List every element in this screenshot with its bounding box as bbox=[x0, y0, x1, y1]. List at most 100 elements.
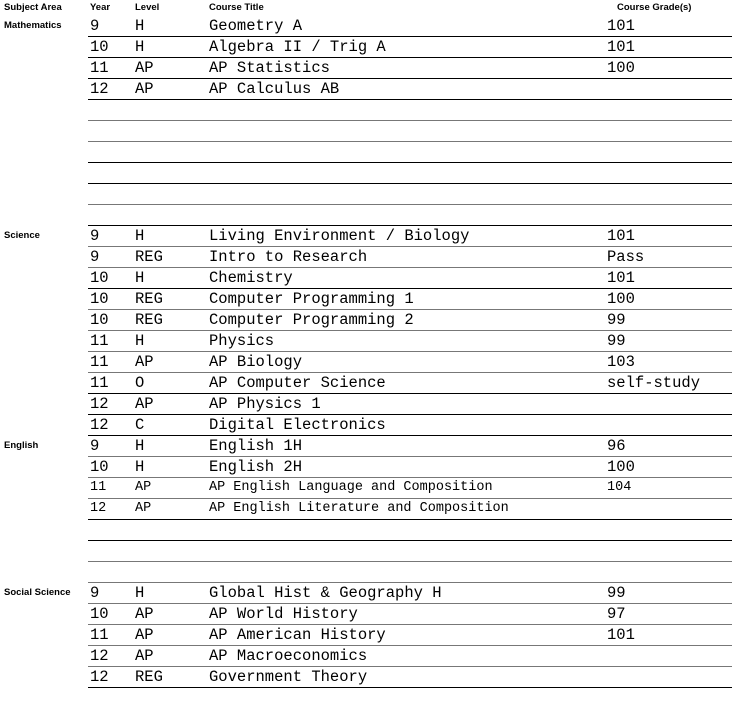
table-row: 10 REG Computer Programming 2 99 bbox=[0, 310, 732, 331]
cell-course-grade: 99 bbox=[607, 332, 626, 350]
subject-label-mathematics: Mathematics bbox=[4, 20, 62, 31]
cell-year: 12 bbox=[90, 501, 107, 516]
table-row bbox=[0, 184, 732, 205]
cell-year: 10 bbox=[90, 311, 109, 329]
transcript-sheet: Subject Area Year Level Course Title Cou… bbox=[0, 0, 732, 706]
table-row bbox=[0, 163, 732, 184]
cell-course-title: English 1H bbox=[209, 437, 303, 455]
cell-year: 9 bbox=[90, 17, 100, 35]
table-row: 10 H English 2H 100 bbox=[0, 457, 732, 478]
table-row: 10 REG Computer Programming 1 100 bbox=[0, 289, 732, 310]
table-row: 10 H Chemistry 101 bbox=[0, 268, 732, 289]
cell-course-grade: 100 bbox=[607, 290, 635, 308]
cell-course-title: Living Environment / Biology bbox=[209, 227, 470, 245]
cell-level: AP bbox=[135, 80, 154, 98]
subject-label-english: English bbox=[4, 440, 39, 451]
cell-level: C bbox=[135, 416, 145, 434]
cell-level: AP bbox=[135, 353, 154, 371]
cell-level: AP bbox=[135, 480, 152, 495]
cell-year: 12 bbox=[90, 395, 109, 413]
cell-level: REG bbox=[135, 290, 163, 308]
cell-course-grade: 101 bbox=[607, 227, 635, 245]
table-row: 9 H English 1H 96 bbox=[0, 436, 732, 457]
cell-level: H bbox=[135, 458, 145, 476]
cell-level: H bbox=[135, 584, 145, 602]
cell-year: 11 bbox=[90, 374, 109, 392]
cell-course-title: AP Biology bbox=[209, 353, 303, 371]
table-row: 11 AP AP American History 101 bbox=[0, 625, 732, 646]
cell-course-title: Digital Electronics bbox=[209, 416, 386, 434]
cell-course-grade: Pass bbox=[607, 248, 645, 266]
cell-year: 10 bbox=[90, 605, 109, 623]
table-row: 11 O AP Computer Science self-study bbox=[0, 373, 732, 394]
subject-label-science: Science bbox=[4, 230, 40, 241]
cell-course-title: Algebra II / Trig A bbox=[209, 38, 386, 56]
table-row: 12 AP AP Physics 1 bbox=[0, 394, 732, 415]
cell-course-title: AP Computer Science bbox=[209, 374, 386, 392]
cell-course-title: AP English Language and Composition bbox=[209, 480, 493, 495]
cell-year: 11 bbox=[90, 480, 107, 495]
column-header-course-title: Course Title bbox=[209, 2, 264, 13]
cell-year: 10 bbox=[90, 38, 109, 56]
table-row bbox=[0, 520, 732, 541]
cell-year: 10 bbox=[90, 290, 109, 308]
cell-year: 9 bbox=[90, 248, 100, 266]
cell-course-grade: 101 bbox=[607, 38, 635, 56]
table-row: 12 REG Government Theory bbox=[0, 667, 732, 688]
cell-year: 12 bbox=[90, 416, 109, 434]
table-row: 10 H Algebra II / Trig A 101 bbox=[0, 37, 732, 58]
cell-level: REG bbox=[135, 668, 163, 686]
table-row bbox=[0, 100, 732, 121]
column-header-row: Subject Area Year Level Course Title Cou… bbox=[0, 0, 732, 16]
cell-level: AP bbox=[135, 59, 154, 77]
cell-level: O bbox=[135, 374, 145, 392]
cell-course-grade: 100 bbox=[607, 59, 635, 77]
cell-course-grade: 100 bbox=[607, 458, 635, 476]
table-row: 11 AP AP Statistics 100 bbox=[0, 58, 732, 79]
cell-year: 9 bbox=[90, 584, 100, 602]
cell-level: H bbox=[135, 38, 145, 56]
table-row bbox=[0, 541, 732, 562]
cell-course-grade: 97 bbox=[607, 605, 626, 623]
cell-course-title: Computer Programming 1 bbox=[209, 290, 414, 308]
cell-level: H bbox=[135, 437, 145, 455]
cell-course-title: Intro to Research bbox=[209, 248, 368, 266]
cell-course-title: Geometry A bbox=[209, 17, 303, 35]
cell-course-title: AP Calculus AB bbox=[209, 80, 340, 98]
cell-level: REG bbox=[135, 311, 163, 329]
cell-course-grade: 101 bbox=[607, 626, 635, 644]
cell-level: H bbox=[135, 17, 145, 35]
table-row: 10 AP AP World History 97 bbox=[0, 604, 732, 625]
cell-course-grade: 96 bbox=[607, 437, 626, 455]
cell-year: 11 bbox=[90, 59, 109, 77]
table-row: 12 AP AP English Literature and Compositio… bbox=[0, 499, 732, 520]
cell-course-grade: 103 bbox=[607, 353, 635, 371]
row-rule bbox=[88, 687, 732, 688]
table-row bbox=[0, 205, 732, 226]
table-row: 9 H Living Environment / Biology 101 bbox=[0, 226, 732, 247]
cell-level: AP bbox=[135, 605, 154, 623]
cell-year: 12 bbox=[90, 80, 109, 98]
subject-label-social-science: Social Science bbox=[4, 587, 71, 598]
table-row bbox=[0, 121, 732, 142]
cell-course-title: Government Theory bbox=[209, 668, 368, 686]
cell-course-grade: self-study bbox=[607, 374, 701, 392]
table-row: 12 AP AP Calculus AB bbox=[0, 79, 732, 100]
cell-course-grade: 99 bbox=[607, 584, 626, 602]
cell-course-title: AP Macroeconomics bbox=[209, 647, 368, 665]
column-header-course-grades: Course Grade(s) bbox=[617, 2, 692, 13]
table-row: 9 H Geometry A 101 bbox=[0, 16, 732, 37]
cell-level: H bbox=[135, 227, 145, 245]
cell-course-title: Global Hist & Geography H bbox=[209, 584, 442, 602]
cell-level: AP bbox=[135, 501, 152, 516]
cell-course-grade: 104 bbox=[607, 480, 632, 495]
cell-year: 10 bbox=[90, 458, 109, 476]
cell-course-grade: 101 bbox=[607, 269, 635, 287]
table-row: 11 H Physics 99 bbox=[0, 331, 732, 352]
column-header-year: Year bbox=[90, 2, 111, 13]
cell-course-title: AP American History bbox=[209, 626, 386, 644]
cell-course-grade: 101 bbox=[607, 17, 635, 35]
cell-level: REG bbox=[135, 248, 163, 266]
cell-course-title: Chemistry bbox=[209, 269, 293, 287]
cell-level: AP bbox=[135, 395, 154, 413]
